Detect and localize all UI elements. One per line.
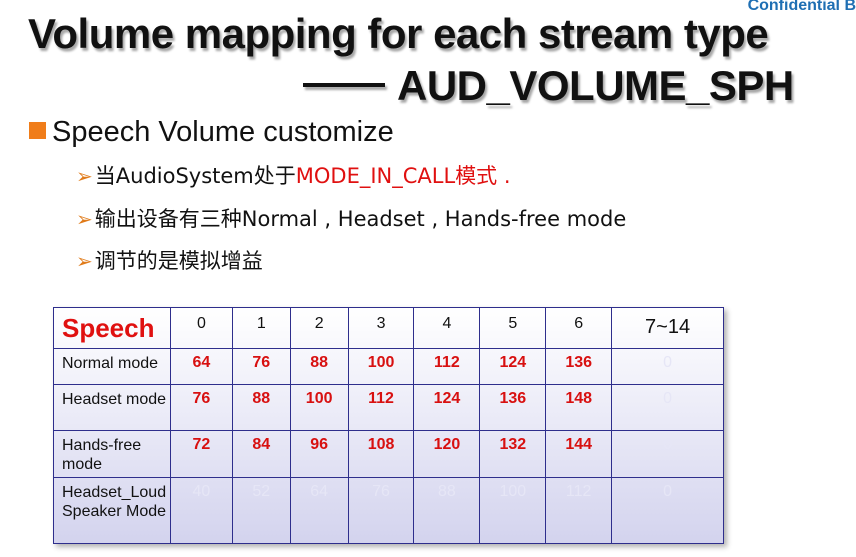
table-cell: 52 <box>231 477 291 544</box>
sub-bullet-3: ➢调节的是模拟增益 <box>76 245 263 275</box>
table-cell: 100 <box>347 348 415 385</box>
bullet-text: Speech Volume customize <box>52 116 394 148</box>
table-header-cell: 0 <box>169 307 233 349</box>
table-cell: 100 <box>289 384 349 431</box>
table-row: Normal mode 64 76 88 100 112 124 136 0 <box>53 348 724 385</box>
table-cell: 88 <box>413 477 481 544</box>
table-header-cell: 1 <box>231 307 291 349</box>
row-label: Hands-free mode <box>53 430 171 478</box>
table-cell: 84 <box>231 430 291 478</box>
table-cell: 100 <box>479 477 547 544</box>
table-cell: 136 <box>479 384 547 431</box>
table-header-cell: 6 <box>545 307 613 349</box>
table-row: Hands-free mode 72 84 96 108 120 132 144… <box>53 430 724 478</box>
table-cell: 132 <box>479 430 547 478</box>
sub-bullet-2-text: 输出设备有三种Normal , Headset , Hands-free mod… <box>94 207 627 231</box>
table-header-row: Speech 0 1 2 3 4 5 6 7~14 <box>53 307 724 349</box>
table-cell: 64 <box>289 477 349 544</box>
row-label: Headset_LoudSpeaker Mode <box>53 477 171 544</box>
table-header-cell: 2 <box>289 307 349 349</box>
table-cell: 96 <box>289 430 349 478</box>
sub-bullet-1-before: 当AudioSystem处于 <box>94 164 296 188</box>
table-header-cell: 4 <box>413 307 481 349</box>
sub-bullet-3-text: 调节的是模拟增益 <box>94 249 263 273</box>
table-cell: 0 <box>611 477 724 544</box>
table-cell: 76 <box>169 384 233 431</box>
table-cell: 136 <box>545 348 613 385</box>
sub-bullet-1-after: 模式 . <box>455 164 511 188</box>
speech-volume-table: Speech 0 1 2 3 4 5 6 7~14 Normal mode 64… <box>53 307 724 544</box>
row-label: Normal mode <box>53 348 171 385</box>
table-cell: 144 <box>545 430 613 478</box>
row-label: Headset mode <box>53 384 171 431</box>
arrow-bullet-icon: ➢ <box>76 207 93 231</box>
sub-bullet-1: ➢当AudioSystem处于MODE_IN_CALL模式 . <box>76 160 511 190</box>
table-cell: 76 <box>347 477 415 544</box>
arrow-bullet-icon: ➢ <box>76 249 93 273</box>
arrow-bullet-icon: ➢ <box>76 164 93 188</box>
table-cell: 0 <box>611 348 724 385</box>
table-cell: 72 <box>169 430 233 478</box>
table-cell: 112 <box>347 384 415 431</box>
slide-title-line2: AUD_VOLUME_SPH <box>303 62 794 110</box>
table-row: Headset_LoudSpeaker Mode 40 52 64 76 88 … <box>53 477 724 544</box>
slide-title-line2-text: AUD_VOLUME_SPH <box>397 62 794 109</box>
table-header-cell: 5 <box>479 307 547 349</box>
title-dash <box>303 82 385 87</box>
table-cell: 0 <box>611 430 724 478</box>
table-cell: 88 <box>289 348 349 385</box>
table-cell: 120 <box>413 430 481 478</box>
table-corner-cell: Speech <box>53 307 171 349</box>
bullet-speech-volume: Speech Volume customize <box>29 116 394 149</box>
table-row: Headset mode 76 88 100 112 124 136 148 0 <box>53 384 724 431</box>
table-cell: 112 <box>413 348 481 385</box>
sub-bullet-1-highlight: MODE_IN_CALL <box>295 164 456 188</box>
table-cell: 108 <box>347 430 415 478</box>
slide-title-line1: Volume mapping for each stream type <box>28 10 769 57</box>
table-cell: 88 <box>231 384 291 431</box>
table-cell: 112 <box>545 477 613 544</box>
table-cell: 40 <box>169 477 233 544</box>
table-cell: 0 <box>611 384 724 431</box>
square-bullet-icon <box>29 122 46 139</box>
table-cell: 124 <box>413 384 481 431</box>
table-cell: 64 <box>169 348 233 385</box>
table-header-cell: 3 <box>347 307 415 349</box>
table-header-cell: 7~14 <box>611 307 724 349</box>
table-cell: 76 <box>231 348 291 385</box>
sub-bullet-2: ➢输出设备有三种Normal , Headset , Hands-free mo… <box>76 203 626 233</box>
table-cell: 124 <box>479 348 547 385</box>
table-cell: 148 <box>545 384 613 431</box>
